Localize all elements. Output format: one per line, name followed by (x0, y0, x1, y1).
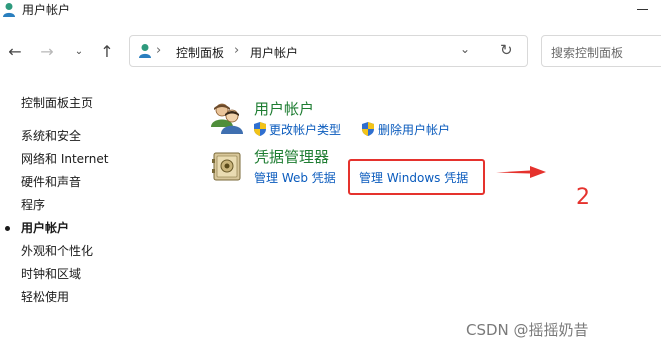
uac-shield-icon (254, 122, 266, 136)
manage-web-credentials-link[interactable]: 管理 Web 凭据 (254, 171, 336, 185)
annotation-arrow-icon (496, 166, 546, 178)
change-account-type-link[interactable]: 更改帐户类型 (269, 123, 341, 137)
up-button[interactable]: ↑ (96, 40, 118, 62)
active-indicator-dot (5, 226, 10, 231)
annotation-number: 2 (576, 185, 590, 210)
breadcrumb-chevron-icon[interactable]: › (156, 43, 161, 58)
breadcrumb-chevron-icon[interactable]: › (234, 43, 239, 58)
search-input[interactable]: 搜索控制面板 (541, 35, 661, 67)
sidebar-item-clock-region[interactable]: 时钟和区域 (21, 267, 81, 281)
forward-button[interactable]: → (36, 40, 58, 62)
search-placeholder: 搜索控制面板 (551, 46, 624, 60)
sidebar-item-control-panel-home[interactable]: 控制面板主页 (21, 96, 93, 110)
refresh-icon[interactable]: ↻ (500, 41, 513, 59)
user-accounts-icon (139, 44, 151, 58)
sidebar-item-hardware-sound[interactable]: 硬件和声音 (21, 175, 81, 189)
uac-shield-icon (362, 122, 374, 136)
user-accounts-icon[interactable] (210, 101, 244, 135)
sidebar-item-appearance[interactable]: 外观和个性化 (21, 244, 93, 258)
sidebar-item-ease-of-access[interactable]: 轻松使用 (21, 290, 69, 304)
credential-manager-icon[interactable] (212, 150, 242, 182)
credential-manager-heading[interactable]: 凭据管理器 (254, 149, 329, 166)
sidebar-item-system-security[interactable]: 系统和安全 (21, 129, 81, 143)
sidebar-item-programs[interactable]: 程序 (21, 198, 45, 212)
sidebar-item-network-internet[interactable]: 网络和 Internet (21, 152, 108, 166)
window-title: 用户帐户 (22, 3, 71, 17)
user-accounts-heading[interactable]: 用户帐户 (254, 101, 314, 118)
address-bar[interactable]: › 控制面板 › 用户帐户 ⌄ ↻ (129, 35, 528, 67)
user-accounts-icon (3, 3, 15, 17)
minimize-button[interactable] (630, 0, 658, 20)
breadcrumb-user-accounts[interactable]: 用户帐户 (250, 44, 298, 61)
remove-user-accounts-link[interactable]: 删除用户帐户 (378, 123, 450, 137)
manage-windows-credentials-link[interactable]: 管理 Windows 凭据 (359, 171, 468, 185)
address-dropdown-icon[interactable]: ⌄ (460, 42, 470, 56)
title-bar: 用户帐户 (0, 0, 661, 22)
breadcrumb-control-panel[interactable]: 控制面板 (176, 44, 224, 61)
watermark: CSDN @摇摇奶昔 (466, 321, 589, 339)
back-button[interactable]: ← (4, 40, 26, 62)
recent-locations-chevron-icon[interactable]: ⌄ (68, 40, 90, 62)
sidebar-item-user-accounts[interactable]: 用户帐户 (21, 221, 69, 235)
